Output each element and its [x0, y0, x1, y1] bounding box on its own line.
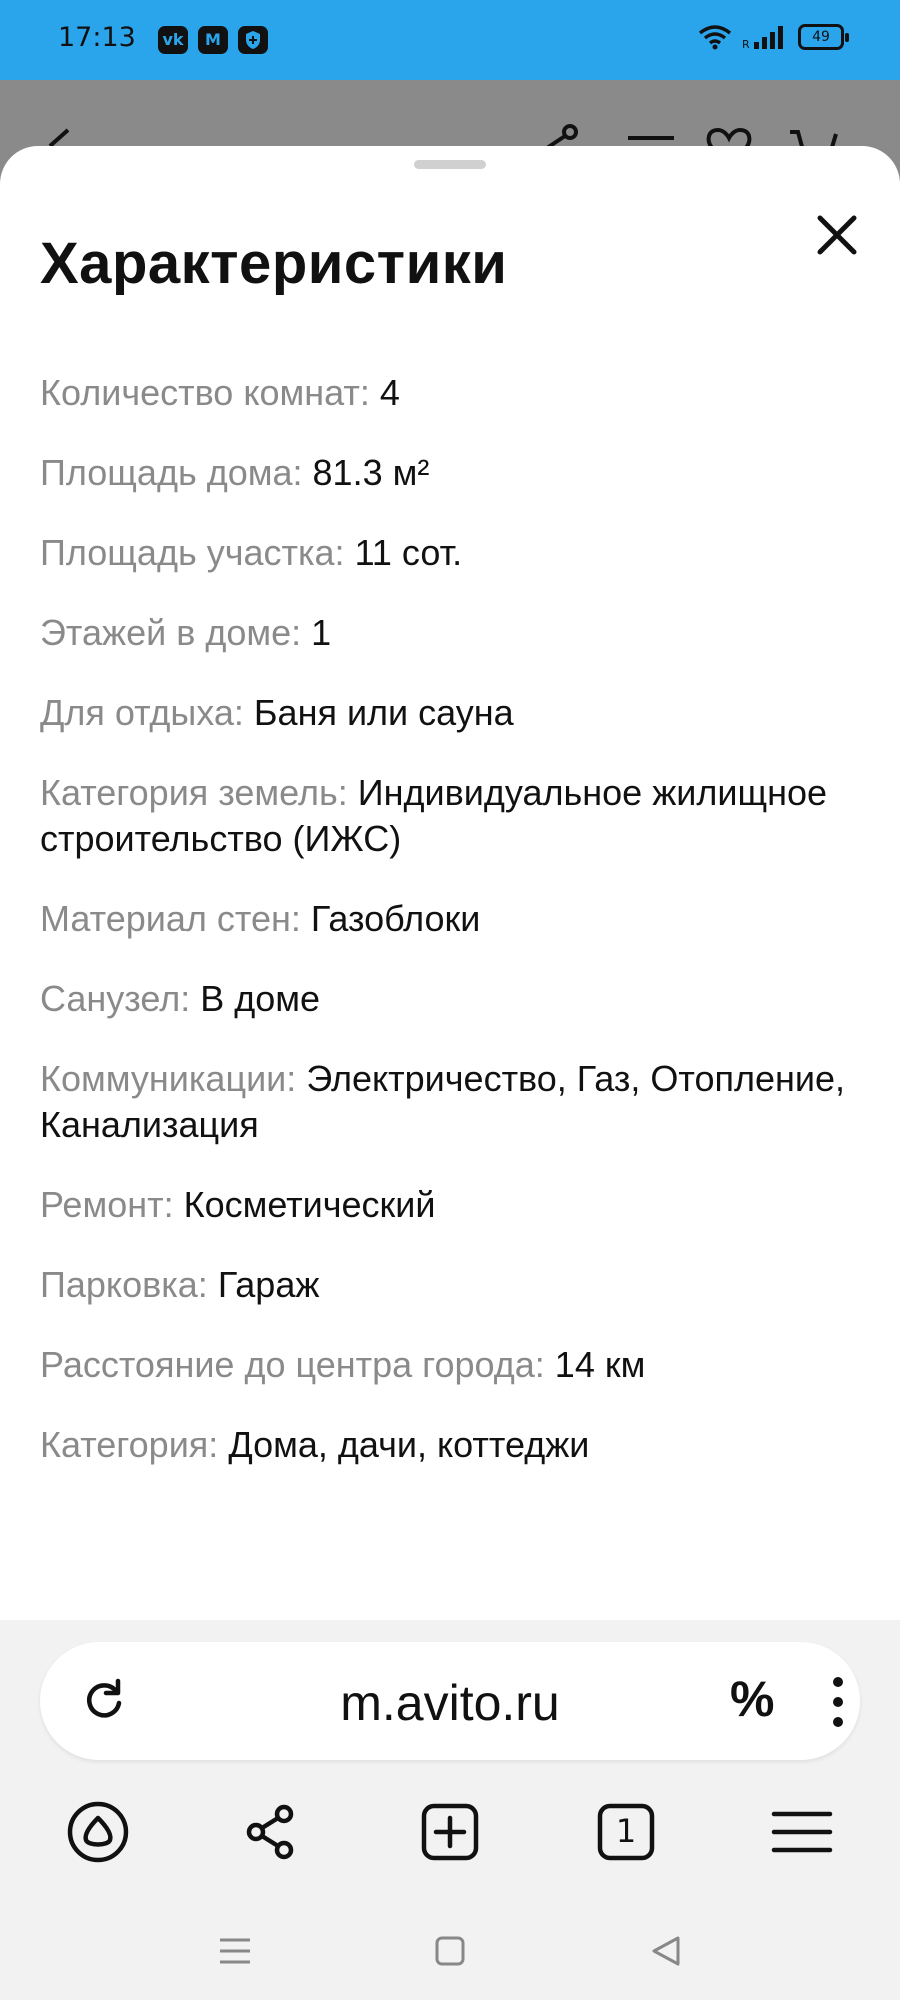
property-item: Для отдыха: Баня или сауна [40, 690, 860, 736]
browser-toolbar: 1 [0, 1790, 900, 1890]
property-value: 4 [379, 372, 400, 413]
property-value: В доме [200, 978, 321, 1019]
property-key: Для отдыха: [40, 692, 244, 733]
property-key: Парковка: [40, 1264, 208, 1305]
close-icon[interactable] [810, 208, 864, 262]
property-item: Коммуникации: Электричество, Газ, Отопле… [40, 1056, 860, 1148]
property-list: Количество комнат: 4 Площадь дома: 81.3 … [40, 370, 860, 1502]
status-time: 17:13 [58, 22, 136, 53]
property-item: Этажей в доме: 1 [40, 610, 860, 656]
status-right: R 49 [698, 24, 849, 50]
property-value: 1 [311, 612, 332, 653]
notification-icons: vk M [158, 26, 268, 54]
property-key: Материал стен: [40, 898, 301, 939]
property-key: Категория: [40, 1424, 219, 1465]
signal-icon: R [742, 26, 783, 50]
property-item: Санузел: В доме [40, 976, 860, 1022]
more-vert-icon[interactable] [830, 1674, 846, 1730]
tab-count: 1 [615, 1812, 637, 1850]
mail-icon: M [198, 26, 228, 54]
status-bar: 17:13 vk M R 49 [0, 0, 900, 80]
property-key: Категория земель: [40, 772, 348, 813]
property-item: Расстояние до центра города: 14 км [40, 1342, 860, 1388]
recents-icon[interactable] [218, 1934, 252, 1968]
property-value: 81.3 м² [312, 452, 430, 493]
svg-text:R: R [742, 38, 750, 50]
shield-icon [238, 26, 268, 54]
property-item: Категория: Дома, дачи, коттеджи [40, 1422, 860, 1468]
back-nav-icon[interactable] [650, 1934, 682, 1968]
property-key: Коммуникации: [40, 1058, 297, 1099]
property-value: Баня или сауна [253, 692, 514, 733]
property-key: Площадь участка: [40, 532, 345, 573]
property-item: Материал стен: Газоблоки [40, 896, 860, 942]
home-icon[interactable] [434, 1934, 466, 1968]
new-tab-icon[interactable] [418, 1800, 482, 1864]
property-value: Гараж [217, 1264, 320, 1305]
property-value: Дома, дачи, коттеджи [228, 1424, 590, 1465]
property-key: Площадь дома: [40, 452, 303, 493]
system-nav-bar [0, 1910, 900, 2000]
property-item: Категория земель: Индивидуальное жилищно… [40, 770, 860, 862]
property-key: Расстояние до центра города: [40, 1344, 545, 1385]
menu-icon[interactable] [770, 1800, 834, 1864]
property-value: Газоблоки [310, 898, 481, 939]
battery-icon: 49 [798, 24, 849, 50]
tabs-button[interactable]: 1 [594, 1800, 658, 1864]
sheet-drag-handle[interactable] [414, 160, 486, 169]
wifi-icon [698, 25, 732, 50]
property-item: Ремонт: Косметический [40, 1182, 860, 1228]
characteristics-sheet: Характеристики Количество комнат: 4 Площ… [0, 146, 900, 1620]
alice-icon[interactable] [66, 1800, 130, 1864]
property-item: Количество комнат: 4 [40, 370, 860, 416]
property-key: Ремонт: [40, 1184, 174, 1225]
property-value: Косметический [183, 1184, 436, 1225]
browser-bar: m.avito.ru % 1 [0, 1620, 900, 1910]
property-item: Площадь участка: 11 сот. [40, 530, 860, 576]
property-item: Парковка: Гараж [40, 1262, 860, 1308]
property-key: Санузел: [40, 978, 191, 1019]
sheet-title: Характеристики [40, 231, 508, 296]
vk-icon: vk [158, 26, 188, 54]
percent-button[interactable]: % [730, 1670, 774, 1728]
address-bar[interactable]: m.avito.ru % [40, 1642, 860, 1760]
property-key: Этажей в доме: [40, 612, 302, 653]
property-value: 14 км [554, 1344, 646, 1385]
property-item: Площадь дома: 81.3 м² [40, 450, 860, 496]
share-icon[interactable] [240, 1800, 304, 1864]
property-value: 11 сот. [354, 532, 463, 573]
property-key: Количество комнат: [40, 372, 370, 413]
